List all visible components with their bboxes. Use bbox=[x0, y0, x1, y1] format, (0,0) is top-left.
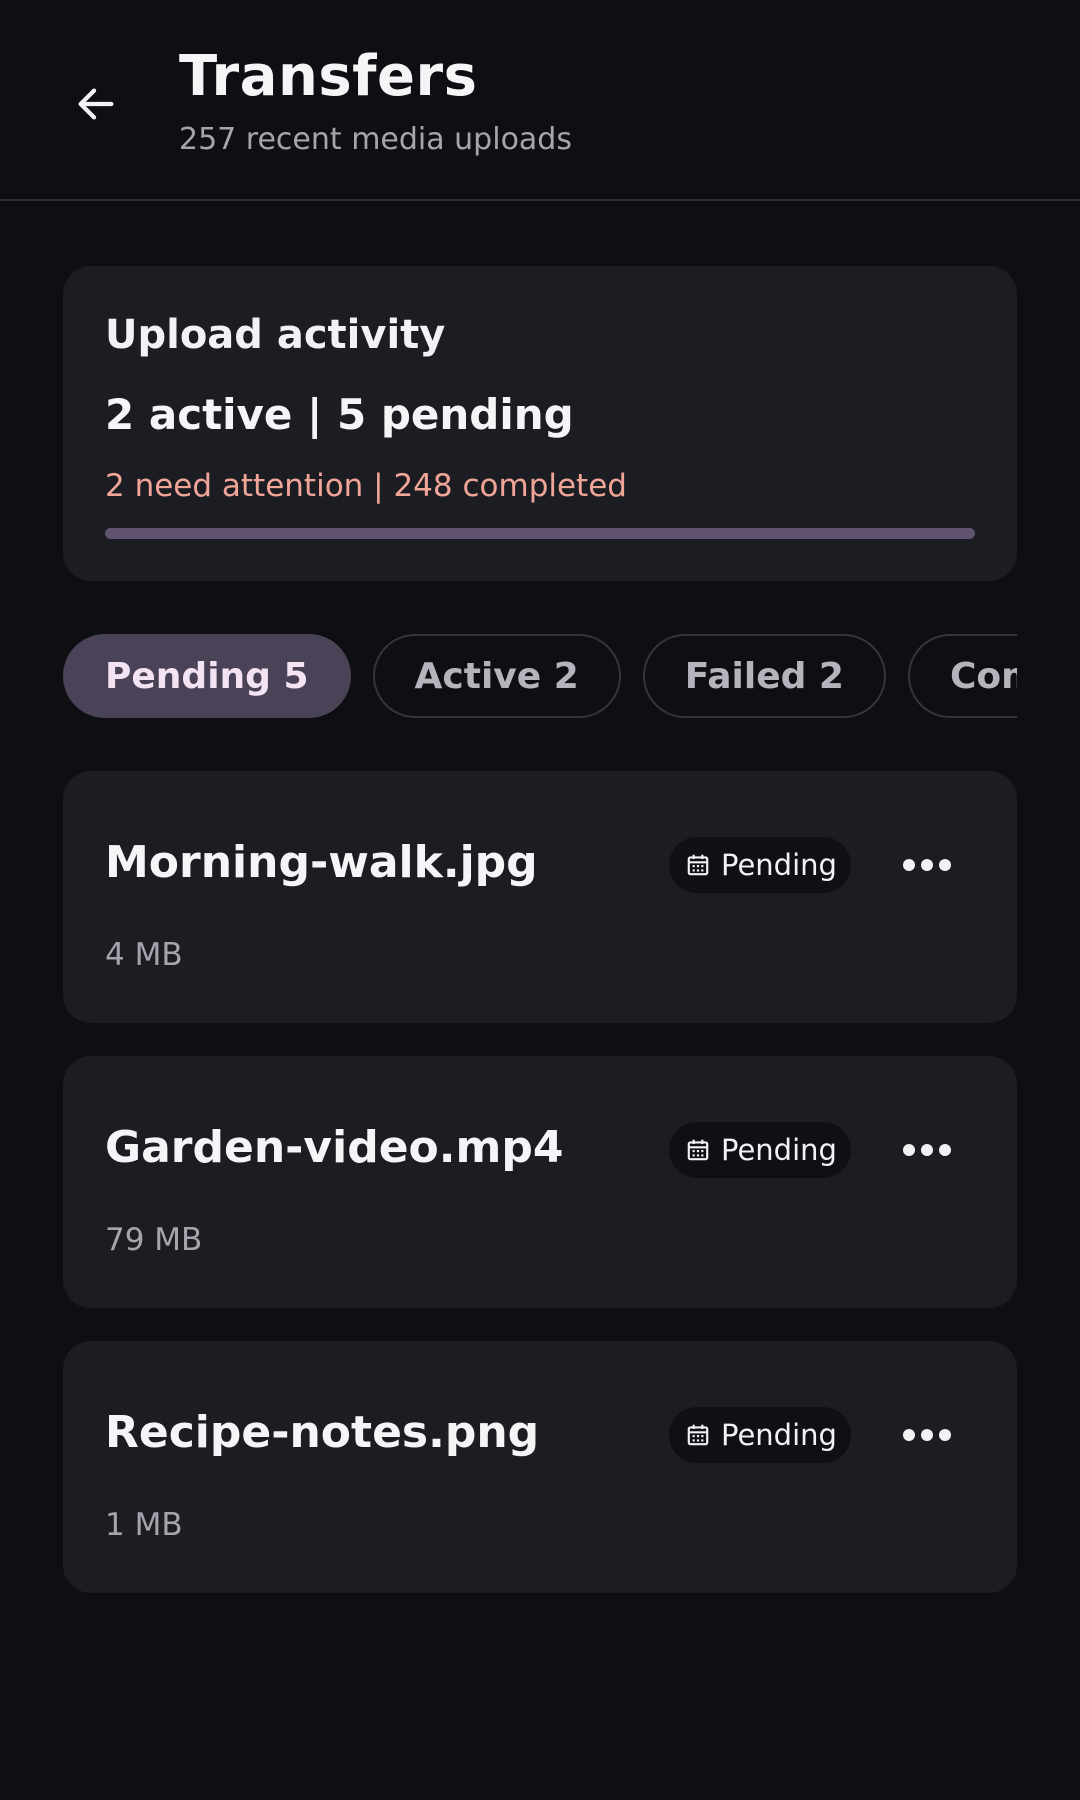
more-horizontal-icon bbox=[903, 1429, 915, 1441]
status-label: Pending bbox=[721, 1133, 837, 1167]
file-card[interactable]: Recipe-notes.png 1 MB Pending bbox=[63, 1341, 1017, 1593]
file-name: Recipe-notes.png bbox=[105, 1407, 540, 1458]
back-button[interactable] bbox=[62, 70, 130, 138]
more-horizontal-icon bbox=[921, 1144, 933, 1156]
status-badge: Pending bbox=[669, 837, 851, 893]
file-name: Morning-walk.jpg bbox=[105, 837, 538, 888]
more-options-button[interactable] bbox=[893, 1401, 961, 1469]
filter-chip[interactable]: Complet bbox=[907, 634, 1017, 718]
calendar-icon bbox=[685, 1422, 711, 1448]
more-horizontal-icon bbox=[903, 859, 915, 871]
more-horizontal-icon bbox=[939, 859, 951, 871]
status-label: Pending bbox=[721, 848, 837, 882]
upload-progress-fill bbox=[105, 528, 975, 539]
file-name: Garden-video.mp4 bbox=[105, 1122, 564, 1173]
summary-alert: 2 need attention | 248 completed bbox=[105, 468, 627, 504]
transfers-screen: Transfers 257 recent media uploads Uploa… bbox=[0, 0, 1080, 1800]
status-badge: Pending bbox=[669, 1407, 851, 1463]
more-options-button[interactable] bbox=[893, 831, 961, 899]
filter-chip[interactable]: Active 2 bbox=[372, 634, 621, 718]
page-subtitle: 257 recent media uploads bbox=[179, 122, 572, 157]
file-size: 4 MB bbox=[105, 937, 183, 973]
filter-chip[interactable]: Pending 5 bbox=[63, 634, 351, 718]
status-label: Pending bbox=[721, 1418, 837, 1452]
filter-chip[interactable]: Failed 2 bbox=[642, 634, 886, 718]
more-horizontal-icon bbox=[939, 1144, 951, 1156]
page-title: Transfers bbox=[179, 44, 478, 109]
file-card[interactable]: Morning-walk.jpg 4 MB Pending bbox=[63, 771, 1017, 1023]
calendar-icon bbox=[685, 852, 711, 878]
more-horizontal-icon bbox=[921, 1429, 933, 1441]
summary-counts: 2 active | 5 pending bbox=[105, 390, 574, 439]
upload-activity-card: Upload activity 2 active | 5 pending 2 n… bbox=[63, 266, 1017, 581]
app-header: Transfers 257 recent media uploads bbox=[0, 0, 1080, 201]
upload-progress-bar bbox=[105, 528, 975, 539]
filter-chips: Pending 5Active 2Failed 2Complet bbox=[63, 634, 1017, 718]
more-horizontal-icon bbox=[903, 1144, 915, 1156]
file-size: 1 MB bbox=[105, 1507, 183, 1543]
file-card[interactable]: Garden-video.mp4 79 MB Pending bbox=[63, 1056, 1017, 1308]
arrow-left-icon bbox=[78, 88, 114, 120]
more-horizontal-icon bbox=[939, 1429, 951, 1441]
more-horizontal-icon bbox=[921, 859, 933, 871]
status-badge: Pending bbox=[669, 1122, 851, 1178]
calendar-icon bbox=[685, 1137, 711, 1163]
more-options-button[interactable] bbox=[893, 1116, 961, 1184]
summary-heading: Upload activity bbox=[105, 312, 446, 358]
file-size: 79 MB bbox=[105, 1222, 203, 1258]
